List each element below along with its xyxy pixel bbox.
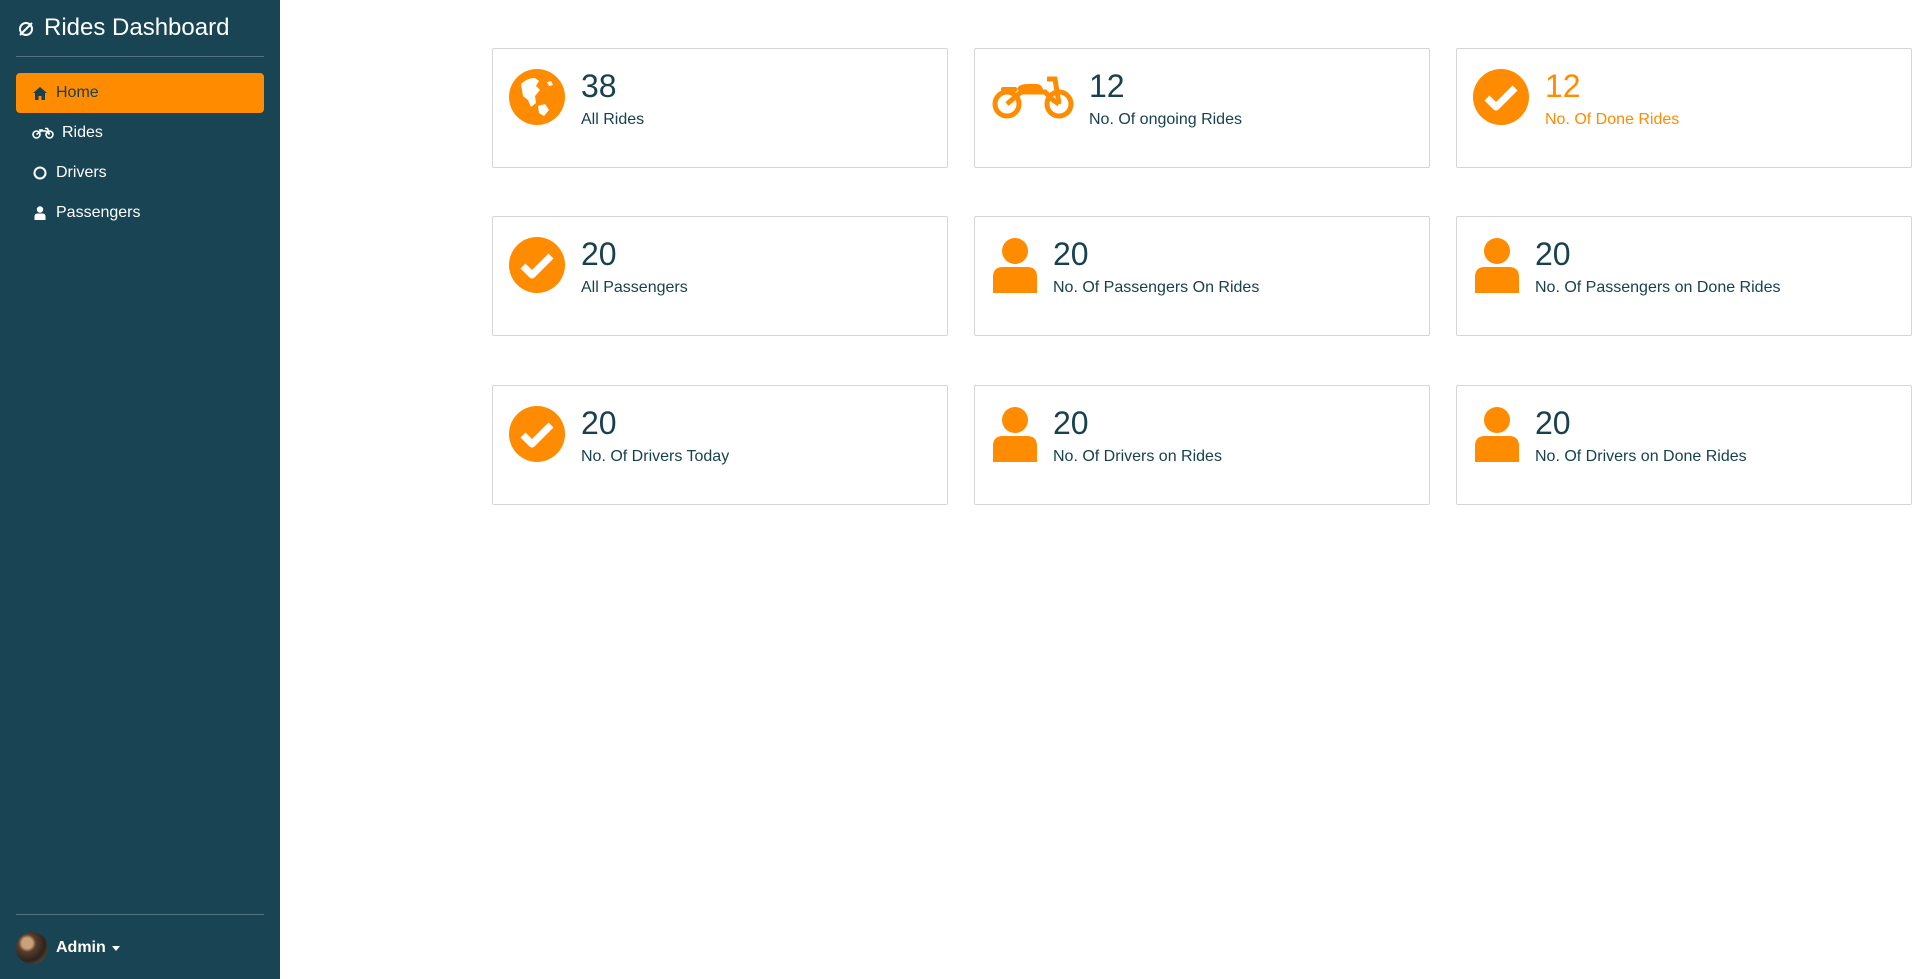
stat-value: 20 <box>1535 236 1571 272</box>
stat-text: 20 No. Of Drivers on Done Rides <box>1535 404 1747 466</box>
stat-text: 20 No. Of Passengers on Done Rides <box>1535 235 1780 297</box>
stat-label: No. Of Drivers Today <box>581 448 730 465</box>
stat-value: 20 <box>581 236 617 272</box>
globe-icon <box>509 69 565 125</box>
chevron-down-icon <box>111 945 120 951</box>
stat-label: No. Of Done Rides <box>1545 111 1680 128</box>
user-icon <box>32 205 48 221</box>
stat-text: 20 No. Of Passengers On Rides <box>1053 235 1259 297</box>
stat-card-done-rides: 12 No. Of Done Rides <box>1456 48 1912 168</box>
stat-label: No. Of Drivers on Rides <box>1053 448 1222 465</box>
stat-card-all-passengers: 20 All Passengers <box>492 216 948 336</box>
sidebar-item-rides[interactable]: Rides <box>16 113 264 153</box>
motorcycle-icon <box>991 69 1075 125</box>
stat-value: 12 <box>1089 68 1125 104</box>
sidebar-item-label: Home <box>56 84 99 101</box>
check-circle-icon <box>509 406 565 462</box>
sidebar-item-drivers[interactable]: Drivers <box>16 153 264 193</box>
stat-value: 20 <box>581 405 617 441</box>
brand-title: Rides Dashboard <box>44 14 230 41</box>
stat-text: 20 All Passengers <box>581 235 688 297</box>
sidebar-item-label: Rides <box>62 124 103 141</box>
motorcycle-icon <box>32 125 54 141</box>
stat-label: All Rides <box>581 111 645 128</box>
stat-card-passengers-on-rides: 20 No. Of Passengers On Rides <box>974 216 1430 336</box>
stat-text: 20 No. Of Drivers on Rides <box>1053 404 1222 466</box>
check-circle-icon <box>1473 69 1529 125</box>
stat-card-drivers-today: 20 No. Of Drivers Today <box>492 385 948 505</box>
check-circle-icon <box>509 237 565 293</box>
stat-value: 20 <box>1053 405 1089 441</box>
stat-card-passengers-done-rides: 20 No. Of Passengers on Done Rides <box>1456 216 1912 336</box>
brand-divider <box>16 56 264 57</box>
user-name: Admin <box>56 939 106 956</box>
user-menu[interactable]: Admin <box>16 932 120 964</box>
sidebar-item-passengers[interactable]: Passengers <box>16 193 264 233</box>
stat-value: 38 <box>581 68 617 104</box>
stat-value: 20 <box>1535 405 1571 441</box>
stat-value: 20 <box>1053 236 1089 272</box>
stat-text: 12 No. Of ongoing Rides <box>1089 67 1242 129</box>
stat-card-ongoing-rides: 12 No. Of ongoing Rides <box>974 48 1430 168</box>
stat-text: 38 All Rides <box>581 67 644 129</box>
stat-card-drivers-done-rides: 20 No. Of Drivers on Done Rides <box>1456 385 1912 505</box>
sidebar: Rides Dashboard Home Rides Drivers Passe… <box>0 0 280 979</box>
stat-text: 20 No. Of Drivers Today <box>581 404 729 466</box>
sidebar-nav: Home Rides Drivers Passengers <box>16 73 264 233</box>
home-icon <box>32 85 48 101</box>
stat-label: No. Of ongoing Rides <box>1089 111 1242 128</box>
sidebar-item-label: Passengers <box>56 204 141 221</box>
stat-value: 12 <box>1545 68 1581 104</box>
sidebar-item-label: Drivers <box>56 164 107 181</box>
user-icon <box>1473 237 1529 293</box>
avatar <box>16 932 48 964</box>
ring-logo-icon <box>16 18 36 38</box>
stat-label: All Passengers <box>581 279 688 296</box>
stat-card-all-rides: 38 All Rides <box>492 48 948 168</box>
stat-label: No. Of Passengers on Done Rides <box>1535 279 1781 296</box>
sidebar-item-home[interactable]: Home <box>16 73 264 113</box>
stat-card-drivers-on-rides: 20 No. Of Drivers on Rides <box>974 385 1430 505</box>
user-icon <box>1473 406 1529 462</box>
stat-text: 12 No. Of Done Rides <box>1545 67 1679 129</box>
stat-label: No. Of Passengers On Rides <box>1053 279 1260 296</box>
user-icon <box>991 406 1047 462</box>
brand[interactable]: Rides Dashboard <box>16 12 229 44</box>
circle-icon <box>32 165 48 181</box>
user-icon <box>991 237 1047 293</box>
user-divider <box>16 914 264 915</box>
stat-label: No. Of Drivers on Done Rides <box>1535 448 1747 465</box>
